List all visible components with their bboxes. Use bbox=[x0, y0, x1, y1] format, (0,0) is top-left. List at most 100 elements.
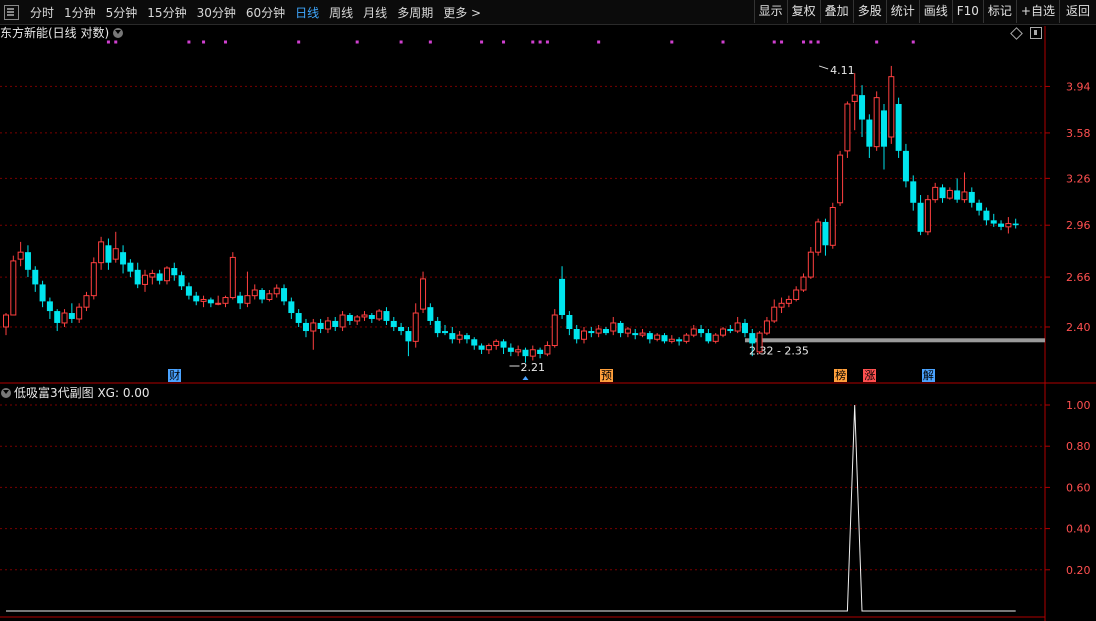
signal-marker bbox=[502, 40, 506, 44]
candle-body bbox=[493, 340, 500, 347]
candle-body bbox=[76, 306, 83, 320]
candle-body bbox=[1012, 223, 1019, 226]
candle-body bbox=[485, 345, 492, 351]
signal-marker bbox=[355, 40, 359, 44]
support-annotation: 2.32 - 2.35 bbox=[749, 344, 809, 357]
candle-body bbox=[229, 256, 236, 299]
candle-body bbox=[954, 190, 961, 200]
candle-body bbox=[924, 199, 931, 233]
candle-body bbox=[193, 295, 200, 302]
candle-body bbox=[156, 273, 163, 281]
candle-body bbox=[763, 320, 770, 334]
candle-body bbox=[829, 207, 836, 246]
support-band bbox=[744, 338, 1045, 343]
main-y-tick-label: 2.66 bbox=[1066, 271, 1091, 284]
candle-body bbox=[376, 310, 383, 320]
candle-body bbox=[705, 333, 712, 342]
candle-body bbox=[800, 276, 807, 291]
candle-body bbox=[68, 313, 75, 319]
candle-body bbox=[288, 301, 295, 314]
candle-body bbox=[215, 302, 222, 305]
candle-body bbox=[354, 316, 361, 322]
candle-body bbox=[405, 331, 412, 342]
candle-body bbox=[793, 289, 800, 300]
candle-body bbox=[90, 262, 97, 297]
price-chart[interactable]: 3.94 3.58 3.26 2.96 2.66 2.40 4.11 2.21 2.32 - 2… bbox=[0, 0, 1096, 621]
candle-body bbox=[24, 252, 31, 270]
candle-body bbox=[690, 328, 697, 336]
signal-marker bbox=[480, 40, 484, 44]
candle-body bbox=[559, 278, 566, 315]
candle-body bbox=[946, 189, 953, 199]
candle-body bbox=[595, 328, 602, 334]
candle-body bbox=[998, 223, 1005, 227]
candle-body bbox=[471, 339, 478, 346]
candle-body bbox=[500, 341, 507, 348]
signal-marker bbox=[187, 40, 191, 44]
candle-body bbox=[676, 339, 683, 342]
candle-body bbox=[361, 314, 368, 318]
xg-signal-line bbox=[6, 404, 1016, 612]
candle-body bbox=[112, 248, 119, 260]
candle-body bbox=[441, 331, 448, 334]
candle-body bbox=[683, 334, 690, 342]
event-badge[interactable]: 涨 bbox=[863, 369, 877, 382]
candle-body bbox=[478, 345, 485, 350]
candle-body bbox=[939, 187, 946, 199]
event-badge[interactable]: 解 bbox=[921, 369, 935, 382]
main-y-tick-label: 2.40 bbox=[1066, 321, 1091, 334]
candle-body bbox=[259, 290, 266, 300]
signal-marker bbox=[545, 40, 549, 44]
sub-y-tick-label: 1.00 bbox=[1066, 399, 1091, 412]
candle-body bbox=[654, 334, 661, 340]
candle-body bbox=[178, 275, 185, 287]
candle-body bbox=[727, 329, 734, 332]
candle-body bbox=[332, 320, 339, 327]
candle-body bbox=[222, 297, 229, 304]
low-annotation: 2.21 bbox=[520, 361, 545, 374]
candle-body bbox=[237, 295, 244, 304]
signal-marker bbox=[809, 40, 813, 44]
candle-body bbox=[888, 76, 895, 138]
event-badge[interactable]: 预 bbox=[599, 369, 613, 382]
candle-body bbox=[537, 349, 544, 355]
candle-body bbox=[324, 320, 331, 330]
main-y-tick-label: 3.26 bbox=[1066, 172, 1091, 185]
candle-body bbox=[712, 334, 719, 342]
candle-body bbox=[39, 284, 46, 302]
candle-body bbox=[83, 295, 90, 308]
candle-body bbox=[902, 150, 909, 182]
candle-body bbox=[661, 335, 668, 342]
candle-body bbox=[632, 333, 639, 336]
high-pointer bbox=[818, 65, 829, 70]
candle-body bbox=[412, 312, 419, 342]
candle-body bbox=[134, 269, 141, 285]
candle-body bbox=[544, 345, 551, 355]
candle-body bbox=[295, 313, 302, 323]
signal-marker bbox=[114, 40, 118, 44]
candle-body bbox=[346, 314, 353, 321]
candle-body bbox=[895, 103, 902, 151]
candle-body bbox=[932, 186, 939, 201]
candle-body bbox=[251, 289, 258, 297]
signal-marker bbox=[911, 40, 915, 44]
candle-body bbox=[785, 298, 792, 304]
sub-y-tick-label: 0.40 bbox=[1066, 523, 1091, 536]
candle-body bbox=[976, 202, 983, 211]
candle-body bbox=[207, 299, 214, 304]
event-badge[interactable]: 榜 bbox=[834, 369, 848, 382]
event-badge[interactable]: 财 bbox=[168, 369, 182, 382]
sub-y-tick-label: 0.60 bbox=[1066, 481, 1091, 494]
candle-body bbox=[639, 332, 646, 336]
candle-body bbox=[551, 314, 558, 347]
candle-body bbox=[822, 221, 829, 246]
candle-body bbox=[771, 306, 778, 322]
candle-body bbox=[844, 103, 851, 152]
candle-body bbox=[807, 251, 814, 278]
candle-body bbox=[815, 221, 822, 253]
high-annotation: 4.11 bbox=[830, 64, 855, 77]
signal-marker bbox=[223, 40, 227, 44]
candle-body bbox=[434, 320, 441, 334]
signal-marker bbox=[106, 40, 110, 44]
candle-body bbox=[778, 302, 785, 308]
